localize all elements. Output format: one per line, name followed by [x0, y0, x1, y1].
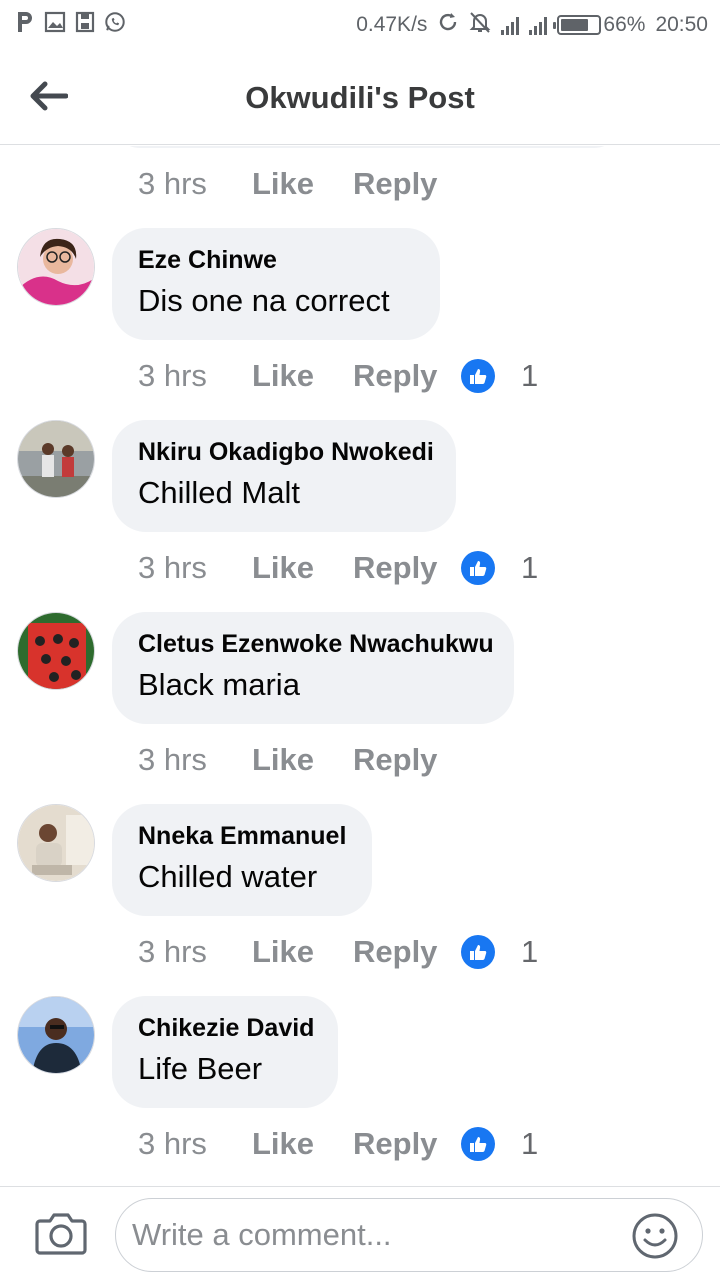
comment-text: Chilled water	[138, 859, 318, 894]
avatar[interactable]	[17, 804, 95, 882]
network-speed: 0.47K/s	[356, 13, 428, 36]
comment-time: 3 hrs	[138, 358, 207, 393]
reaction-summary[interactable]: 1	[461, 1126, 538, 1162]
comment-time: 3 hrs	[138, 742, 207, 777]
emoji-button[interactable]	[631, 1212, 679, 1260]
like-button[interactable]: Like	[252, 358, 353, 394]
comment-author[interactable]: Cletus Ezenwoke Nwachukwu	[138, 630, 494, 659]
comment-bubble[interactable]: Nkiru Okadigbo Nwokedi Chilled Malt	[112, 420, 456, 532]
comment-author[interactable]: Nneka Emmanuel	[138, 822, 346, 851]
comment-meta: 3 hrs Like Reply 1	[138, 934, 538, 970]
comment-bubble[interactable]: Chikezie David Life Beer	[112, 996, 338, 1108]
status-bar: 0.47K/s 66% 20:50	[0, 0, 720, 50]
avatar[interactable]	[17, 420, 95, 498]
reaction-summary[interactable]: 1	[461, 358, 538, 394]
signal-h-icon	[529, 15, 548, 35]
thumbs-up-icon	[461, 1127, 495, 1161]
previous-comment-bubble	[112, 146, 622, 148]
sync-icon	[437, 11, 459, 39]
reaction-count: 1	[521, 934, 539, 969]
p-app-icon	[14, 10, 36, 34]
comment-composer	[0, 1186, 720, 1280]
reaction-count: 1	[521, 550, 539, 585]
reaction-summary[interactable]: 1	[461, 550, 538, 586]
avatar[interactable]	[17, 228, 95, 306]
reply-button[interactable]: Reply	[353, 550, 459, 586]
avatar[interactable]	[17, 612, 95, 690]
like-button[interactable]: Like	[252, 934, 353, 970]
comment-meta: 3 hrs Like Reply	[138, 742, 459, 778]
reaction-count: 1	[521, 1126, 539, 1161]
reply-button[interactable]: Reply	[353, 934, 459, 970]
comment-author[interactable]: Eze Chinwe	[138, 246, 414, 275]
clock: 20:50	[655, 13, 708, 36]
like-button[interactable]: Like	[252, 550, 353, 586]
save-icon	[74, 10, 96, 34]
thumbs-up-icon	[461, 551, 495, 585]
reply-button[interactable]: Reply	[353, 166, 459, 202]
comment-meta: 3 hrs Like Reply 1	[138, 358, 538, 394]
comment-time: 3 hrs	[138, 550, 207, 585]
comment-meta: 3 hrs Like Reply 1	[138, 550, 538, 586]
comment-time: 3 hrs	[138, 934, 207, 969]
reaction-count: 1	[521, 358, 539, 393]
status-right: 0.47K/s 66% 20:50	[356, 10, 708, 40]
battery-level: 66%	[603, 13, 646, 36]
reply-button[interactable]: Reply	[353, 1126, 459, 1162]
whatsapp-icon	[104, 10, 126, 34]
signal-icon	[501, 15, 520, 35]
thumbs-up-icon	[461, 935, 495, 969]
smiley-icon	[632, 1213, 678, 1259]
comment-meta: 3 hrs Like Reply	[138, 166, 459, 202]
page-title: Okwudili's Post	[245, 80, 475, 115]
like-button[interactable]: Like	[252, 166, 353, 202]
reply-button[interactable]: Reply	[353, 742, 459, 778]
comment-time: 3 hrs	[138, 166, 207, 201]
like-button[interactable]: Like	[252, 1126, 353, 1162]
comments-list[interactable]: 3 hrs Like Reply Eze Chinwe Dis one na c…	[0, 146, 720, 1186]
avatar[interactable]	[17, 996, 95, 1074]
thumbs-up-icon	[461, 359, 495, 393]
comment-text: Black maria	[138, 667, 300, 702]
camera-icon	[35, 1213, 87, 1255]
battery-icon	[553, 15, 602, 35]
notifications-off-icon	[469, 10, 491, 40]
app-header: Okwudili's Post	[0, 50, 720, 145]
reply-button[interactable]: Reply	[353, 358, 459, 394]
comment-input[interactable]	[115, 1198, 703, 1272]
comment-author[interactable]: Nkiru Okadigbo Nwokedi	[138, 438, 434, 467]
comment-text: Chilled Malt	[138, 475, 300, 510]
status-left-icons	[14, 10, 126, 34]
camera-button[interactable]	[34, 1211, 88, 1257]
comment-bubble[interactable]: Eze Chinwe Dis one na correct	[112, 228, 440, 340]
comment-meta: 3 hrs Like Reply 1	[138, 1126, 538, 1162]
comment-time: 3 hrs	[138, 1126, 207, 1161]
comment-bubble[interactable]: Cletus Ezenwoke Nwachukwu Black maria	[112, 612, 514, 724]
reaction-summary[interactable]: 1	[461, 934, 538, 970]
image-icon	[44, 10, 66, 34]
comment-bubble[interactable]: Nneka Emmanuel Chilled water	[112, 804, 372, 916]
comment-author[interactable]: Chikezie David	[138, 1014, 314, 1043]
comment-text: Dis one na correct	[138, 283, 390, 318]
comment-text: Life Beer	[138, 1051, 263, 1086]
like-button[interactable]: Like	[252, 742, 353, 778]
